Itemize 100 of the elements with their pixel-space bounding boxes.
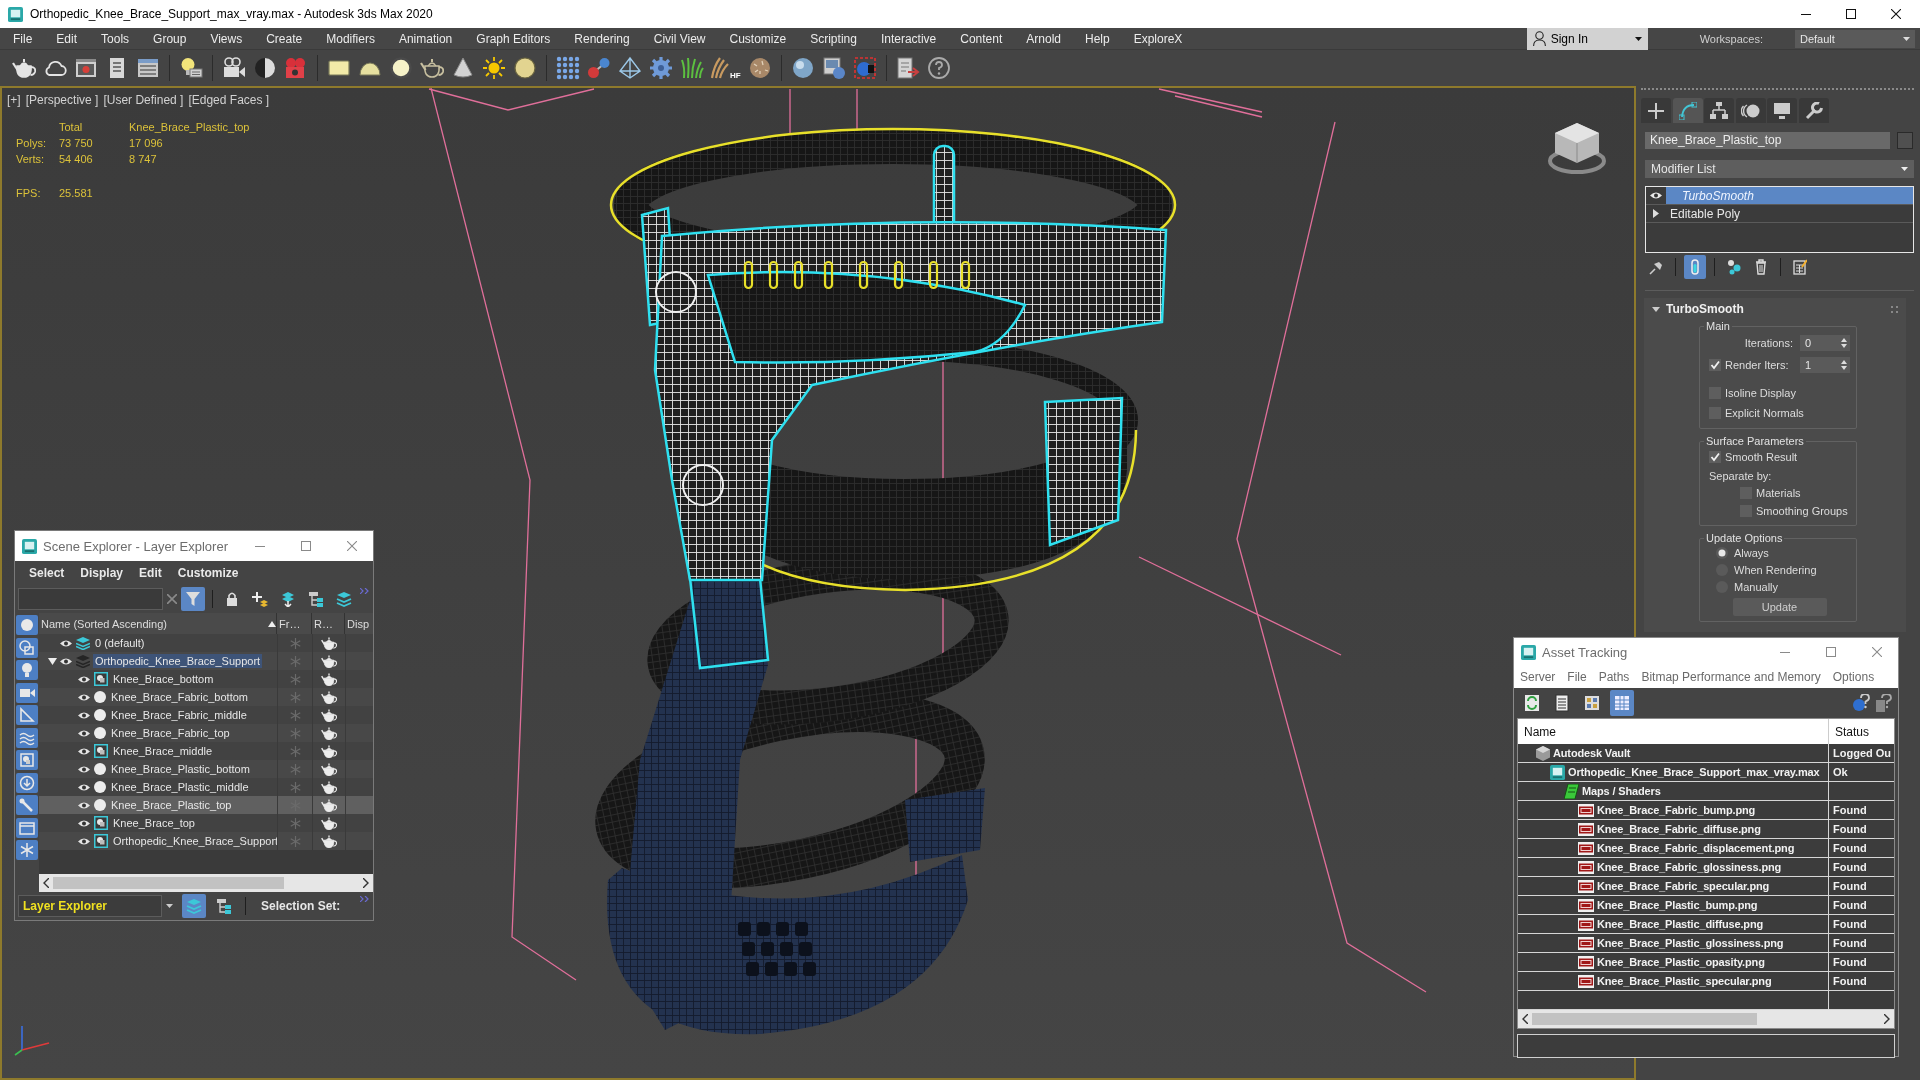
teapot-icon[interactable] [321, 726, 337, 740]
eye-icon[interactable] [77, 710, 91, 720]
eye-icon[interactable] [77, 674, 91, 684]
horizontal-scrollbar[interactable] [1518, 1010, 1894, 1028]
teapot-icon[interactable] [12, 56, 36, 80]
eye-icon[interactable] [77, 836, 91, 846]
object-name[interactable]: Knee_Brace_Plastic_top [109, 798, 234, 812]
overlapping-shapes-icon[interactable] [16, 637, 38, 658]
sun-icon[interactable] [482, 56, 506, 80]
sheet-pencil-icon[interactable] [1793, 259, 1807, 275]
object-row[interactable]: Knee_Brace_Fabric_middle [39, 706, 373, 724]
menu-item[interactable]: Bitmap Performance and Memory [1641, 670, 1821, 684]
menu-item[interactable]: Tools [101, 31, 130, 46]
eye-icon[interactable] [77, 746, 91, 756]
menu-item[interactable]: Create [266, 31, 303, 46]
menu-item[interactable]: Interactive [880, 31, 937, 46]
menu-item[interactable]: Views [210, 31, 243, 46]
teapot-icon[interactable] [321, 834, 337, 848]
column-header[interactable]: Status [1828, 719, 1894, 744]
command-panel-tab[interactable] [1798, 98, 1829, 123]
film-camera-icon[interactable] [284, 56, 308, 80]
bulb-icon[interactable] [16, 660, 38, 680]
object-name[interactable]: Knee_Brace_Fabric_bottom [109, 690, 250, 704]
object-row[interactable]: Knee_Brace_Fabric_top [39, 724, 373, 742]
teapot-icon[interactable] [321, 708, 337, 722]
teapot-icon[interactable] [321, 762, 337, 776]
checkbox[interactable] [1709, 451, 1721, 463]
teapot-icon[interactable] [321, 636, 337, 650]
layers-arrow-icon[interactable] [280, 590, 296, 607]
radio-button[interactable] [1716, 546, 1728, 559]
menu-item[interactable]: Edit [139, 565, 162, 580]
layers-icon[interactable] [336, 590, 352, 607]
menu-item[interactable]: Arnold [1026, 31, 1061, 46]
sign-in-button[interactable]: Sign In [1526, 27, 1648, 50]
object-row[interactable]: Knee_Brace_Plastic_bottom [39, 760, 373, 778]
object-name[interactable]: Knee_Brace_Plastic_middle [109, 780, 251, 794]
spinner-arrows-icon[interactable] [1841, 338, 1847, 348]
layer-stack-icon[interactable] [76, 636, 90, 650]
eye-icon[interactable] [77, 764, 91, 774]
viewport-menu-label[interactable]: [Edged Faces ] [188, 93, 270, 107]
snowflake-icon[interactable] [16, 840, 38, 860]
eye-icon[interactable] [77, 782, 91, 792]
tube-icon[interactable] [1684, 255, 1706, 279]
command-panel-tab[interactable] [1735, 98, 1766, 123]
asset-name[interactable]: Autodesk Vault [1553, 747, 1631, 759]
object-row[interactable]: Knee_Brace_bottom [39, 670, 373, 688]
eye-icon[interactable] [59, 656, 73, 666]
maximize-icon[interactable] [1846, 9, 1856, 19]
menu-item[interactable]: Paths [1598, 670, 1630, 684]
menu-item[interactable]: ExploreX [1133, 31, 1183, 46]
menu-item[interactable]: Customize [177, 565, 239, 580]
menu-item[interactable]: Display [80, 565, 124, 580]
eye-icon[interactable] [59, 638, 73, 648]
document-list-icon[interactable] [1554, 694, 1570, 712]
object-name[interactable]: Knee_Brace_Fabric_middle [109, 708, 249, 722]
object-name-field[interactable]: Knee_Brace_Plastic_top [1645, 132, 1890, 149]
object-row[interactable]: Knee_Brace_middle [39, 742, 373, 760]
scroll-right-icon[interactable] [363, 878, 369, 888]
teapot-icon[interactable] [321, 798, 337, 812]
camera-icon[interactable] [16, 682, 38, 703]
download-icon[interactable] [16, 772, 38, 793]
action-button[interactable]: Update [1732, 598, 1827, 616]
hierarchy-icon[interactable] [308, 590, 324, 607]
fur-ball-icon[interactable] [747, 56, 772, 80]
shaded-sphere-icon[interactable] [790, 56, 815, 80]
ring-icon[interactable] [389, 56, 413, 80]
dumbbell-icon[interactable] [587, 56, 611, 80]
viewport-menu-label[interactable]: [Perspective ] [25, 93, 99, 107]
window-list-icon[interactable] [136, 56, 160, 80]
close-icon[interactable] [1891, 9, 1901, 19]
sphere-filter-icon[interactable] [16, 615, 38, 635]
scrollbar-thumb[interactable] [1532, 1013, 1757, 1025]
funnel-icon[interactable] [181, 586, 206, 611]
object-row[interactable]: Knee_Brace_Fabric_bottom [39, 688, 373, 706]
modifier-stack-item[interactable]: Editable Poly [1666, 205, 1913, 222]
scrollbar-thumb[interactable] [53, 877, 284, 889]
cone-icon[interactable] [451, 56, 475, 80]
menu-item[interactable]: File [13, 31, 33, 46]
wire-teapot-icon[interactable] [420, 56, 444, 80]
color-swatch-icon[interactable] [1897, 132, 1913, 149]
spinner-field[interactable]: 0 [1800, 335, 1850, 351]
modifier-list-dropdown[interactable]: Modifier List [1645, 160, 1914, 178]
object-name[interactable]: Knee_Brace_Fabric_top [109, 726, 232, 740]
framed-window-icon[interactable] [74, 56, 98, 80]
trash-icon[interactable] [1754, 259, 1768, 275]
object-name[interactable]: Orthopedic_Knee_Brace_Support [111, 834, 281, 848]
teapot-icon[interactable] [321, 816, 337, 830]
object-row[interactable]: Orthopedic_Knee_Brace_Support [39, 832, 373, 850]
viewport-menu-label[interactable]: [+] [7, 93, 21, 107]
menu-item[interactable]: Edit [56, 31, 78, 46]
lock-icon[interactable] [224, 590, 240, 607]
document-arrow-icon[interactable] [895, 56, 920, 80]
help-icon[interactable] [926, 56, 951, 80]
object-name[interactable]: Knee_Brace_top [111, 816, 197, 830]
thumbnail-grid-icon[interactable] [1584, 694, 1600, 712]
menu-item[interactable]: Animation [398, 31, 453, 46]
layer-row[interactable]: 0 (default) [39, 634, 373, 652]
box-icon[interactable] [16, 817, 38, 838]
menu-item[interactable]: Options [1832, 670, 1875, 684]
menu-item[interactable]: Select [29, 565, 65, 580]
